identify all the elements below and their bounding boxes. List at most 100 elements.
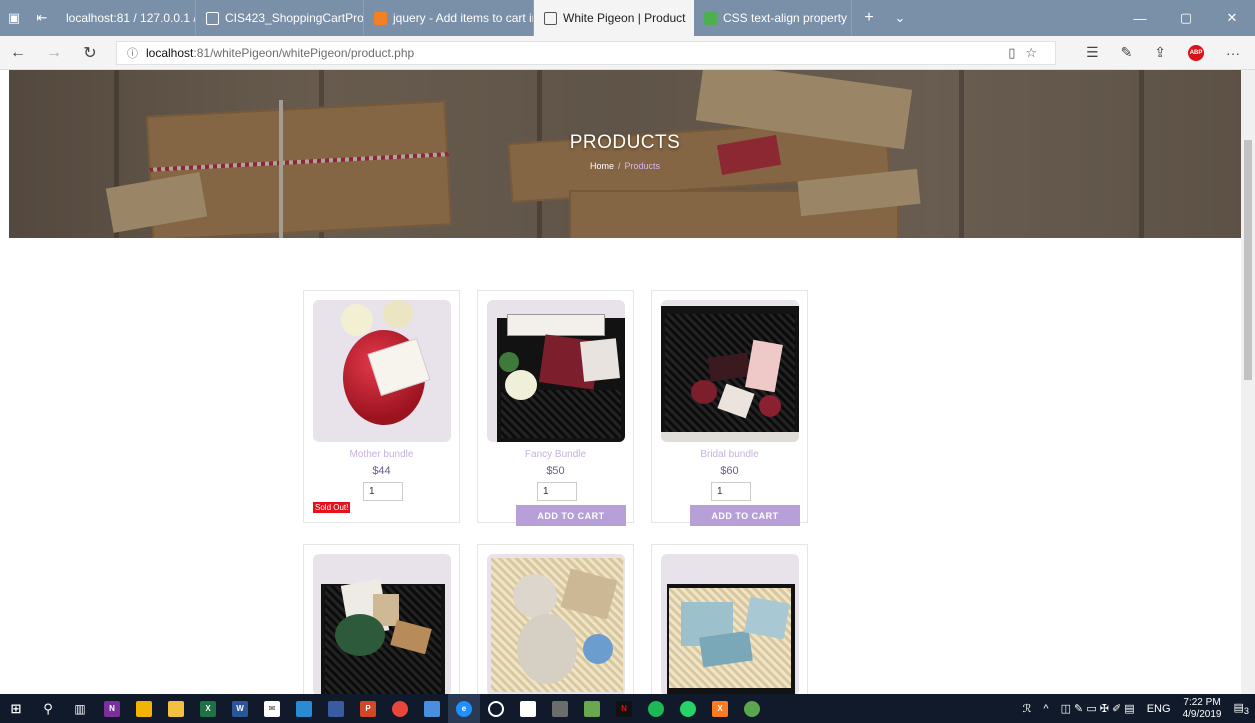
clock[interactable]: 7:22 PM 4/9/2019 — [1183, 697, 1222, 721]
product-card — [651, 544, 808, 694]
tab-list-chevron-icon[interactable]: ⌄ — [886, 0, 914, 36]
product-card — [303, 544, 460, 694]
breadcrumb-current: Products — [624, 161, 661, 171]
quantity-input[interactable] — [537, 482, 577, 501]
set-aside-tabs-icon[interactable]: ⇤ — [28, 0, 56, 36]
breadcrumb-home-link[interactable]: Home — [590, 161, 614, 171]
reading-view-and-favorite-icons[interactable]: ▯☆ — [1008, 45, 1047, 61]
url-path: /whitePigeon/whitePigeon/product.php — [210, 45, 415, 60]
web-page: PRODUCTS Home / Products Mother bundle $44… — [0, 70, 1255, 694]
visual-studio-icon[interactable] — [288, 694, 320, 723]
clock-date: 4/9/2019 — [1182, 708, 1222, 720]
product-card: Bridal bundle $60 ADD TO CART — [651, 290, 808, 526]
close-window-icon[interactable]: ✕ — [1209, 0, 1255, 36]
clock-time: 7:22 PM — [1183, 696, 1221, 708]
product-card — [477, 544, 634, 694]
forward-arrow-icon[interactable]: → — [36, 44, 72, 62]
new-tab-icon[interactable]: + — [852, 0, 886, 36]
netflix-icon[interactable]: N — [608, 694, 640, 723]
product-price: $60 — [720, 465, 739, 477]
sold-out-badge: Sold Out! — [313, 502, 351, 513]
onenote-icon[interactable]: N — [96, 694, 128, 723]
product-price: $50 — [546, 465, 565, 477]
app-icon-2[interactable] — [544, 694, 576, 723]
breadcrumb: Home / Products — [9, 161, 1241, 171]
edge-icon[interactable]: e — [448, 694, 480, 723]
groove-icon[interactable] — [480, 694, 512, 723]
whatsapp-icon[interactable] — [672, 694, 704, 723]
quantity-input[interactable] — [363, 482, 403, 501]
tab-jquery-question[interactable]: jquery - Add items to cart ir — [364, 0, 534, 36]
url-host: localhost — [146, 45, 194, 60]
quantity-input[interactable] — [711, 482, 751, 501]
product-image[interactable] — [487, 300, 625, 442]
product-card: Fancy Bundle $50 ADD TO CART — [477, 290, 634, 526]
spotify-icon[interactable] — [640, 694, 672, 723]
store-icon[interactable] — [128, 694, 160, 723]
add-to-cart-button[interactable]: ADD TO CART — [690, 505, 800, 526]
people-icon[interactable]: ℛ — [1023, 702, 1032, 715]
tray-icons[interactable]: ◫ ✎ ▭ ✠ ✐ ▤ — [1061, 702, 1135, 715]
refresh-icon[interactable]: ↻ — [72, 43, 108, 63]
browser-address-bar: ← → ↻ ⓘ localhost:81/whitePigeon/whitePi… — [0, 36, 1255, 70]
product-image[interactable] — [661, 554, 799, 694]
browser-toolbar: ☰ ✎ ⇪ ABP ··· — [1086, 44, 1240, 61]
mail-icon[interactable]: ✉ — [256, 694, 288, 723]
tab-css-text-align[interactable]: CSS text-align property — [694, 0, 852, 36]
start-icon[interactable]: ⊞ — [0, 694, 32, 723]
maximize-icon[interactable]: ▢ — [1163, 0, 1209, 36]
chrome-icon[interactable] — [384, 694, 416, 723]
file-explorer-icon[interactable] — [160, 694, 192, 723]
adblock-icon[interactable]: ABP — [1188, 44, 1205, 61]
product-name[interactable]: Bridal bundle — [652, 449, 807, 460]
tab-label: CIS423_ShoppingCartProjec — [225, 11, 364, 25]
more-options-icon[interactable]: ··· — [1226, 45, 1240, 61]
share-icon[interactable]: ⇪ — [1154, 44, 1166, 61]
minimize-icon[interactable]: — — [1117, 0, 1163, 36]
product-image[interactable] — [313, 300, 451, 442]
window-controls: — ▢ ✕ — [1117, 0, 1255, 36]
page-title: PRODUCTS — [569, 132, 681, 153]
site-info-icon[interactable]: ⓘ — [127, 45, 138, 61]
search-icon[interactable]: ⚲ — [32, 694, 64, 723]
photos-icon[interactable] — [320, 694, 352, 723]
language-indicator[interactable]: ENG — [1147, 703, 1171, 715]
url-port: :81 — [193, 45, 211, 60]
system-tray: ℛ ^ ◫ ✎ ▭ ✠ ✐ ▤ ENG 7:22 PM 4/9/2019 ▤3 — [1023, 697, 1255, 721]
tab-shopping-cart-doc[interactable]: CIS423_ShoppingCartProjec — [196, 0, 364, 36]
windows-taskbar: ⊞ ⚲ ▥ N X W ✉ P e N X ℛ ^ ◫ ✎ ▭ ✠ ✐ ▤ EN… — [0, 694, 1255, 723]
tab-label: White Pigeon | Product — [563, 11, 686, 25]
powerpoint-icon[interactable]: P — [352, 694, 384, 723]
product-card: Mother bundle $44 Sold Out! — [303, 290, 460, 523]
excel-icon[interactable]: X — [192, 694, 224, 723]
browser-tab-bar: ▣ ⇤ localhost:81 / 127.0.0.1 / pe CIS423… — [0, 0, 1255, 36]
scrollbar-thumb[interactable] — [1244, 140, 1252, 380]
back-arrow-icon[interactable]: ← — [0, 44, 36, 62]
show-hidden-icons-chevron[interactable]: ^ — [1043, 703, 1048, 715]
word-icon[interactable]: W — [224, 694, 256, 723]
task-view-icon[interactable]: ▥ — [64, 694, 96, 723]
favorites-list-icon[interactable]: ☰ — [1086, 44, 1099, 61]
product-image[interactable] — [487, 554, 625, 694]
xampp-icon[interactable]: X — [704, 694, 736, 723]
product-image[interactable] — [313, 554, 451, 694]
app-icon-4[interactable] — [736, 694, 768, 723]
action-center-icon[interactable]: ▤3 — [1234, 701, 1250, 716]
pen-notes-icon[interactable]: ✎ — [1121, 44, 1133, 61]
app-icon[interactable] — [416, 694, 448, 723]
add-to-cart-button[interactable]: ADD TO CART — [516, 505, 626, 526]
w3schools-icon — [704, 11, 717, 25]
page-scrollbar[interactable] — [1241, 70, 1255, 694]
tab-white-pigeon-product[interactable]: White Pigeon | Product ✕ — [534, 0, 694, 36]
app-icon-3[interactable] — [576, 694, 608, 723]
product-name[interactable]: Mother bundle — [304, 449, 459, 460]
product-name[interactable]: Fancy Bundle — [478, 449, 633, 460]
calendar-icon[interactable] — [512, 694, 544, 723]
url-input[interactable]: ⓘ localhost:81/whitePigeon/whitePigeon/p… — [116, 40, 1056, 65]
notification-count: 3 — [1243, 706, 1249, 717]
tab-label: localhost:81 / 127.0.0.1 / pe — [66, 11, 195, 25]
tab-preview-icon[interactable]: ▣ — [0, 0, 28, 36]
tab-phpmyadmin[interactable]: localhost:81 / 127.0.0.1 / pe — [56, 0, 196, 36]
product-image[interactable] — [661, 300, 799, 442]
product-price: $44 — [372, 465, 391, 477]
